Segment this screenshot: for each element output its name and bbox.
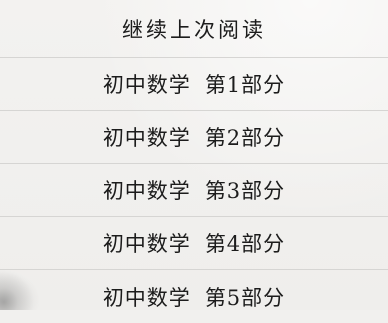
chapter-part: 第2部分 [204,126,286,150]
chapter-item-1[interactable]: 初中数学 第1部分 [0,58,388,111]
reading-menu-page: 继续上次阅读 初中数学 第1部分 初中数学 第2部分 初中数学 第3部分 初中数学 第4… [0,0,388,310]
continue-reading-button[interactable]: 继续上次阅读 [0,0,388,58]
chapter-menu: 继续上次阅读 初中数学 第1部分 初中数学 第2部分 初中数学 第3部分 初中数学 第4… [0,0,388,323]
continue-reading-label: 继续上次阅读 [122,17,266,42]
chapter-subject: 初中数学 [102,126,191,150]
chapter-subject: 初中数学 [102,232,191,256]
chapter-part: 第5部分 [204,285,286,310]
chapter-item-5[interactable]: 初中数学 第5部分 [0,270,388,323]
chapter-subject: 初中数学 [102,179,191,203]
chapter-item-2[interactable]: 初中数学 第2部分 [0,111,388,164]
chapter-part: 第1部分 [204,73,286,97]
chapter-subject: 初中数学 [102,285,191,310]
chapter-part: 第4部分 [204,232,286,256]
chapter-part: 第3部分 [204,179,286,203]
chapter-subject: 初中数学 [102,73,191,97]
chapter-item-4[interactable]: 初中数学 第4部分 [0,217,388,270]
chapter-item-3[interactable]: 初中数学 第3部分 [0,164,388,217]
